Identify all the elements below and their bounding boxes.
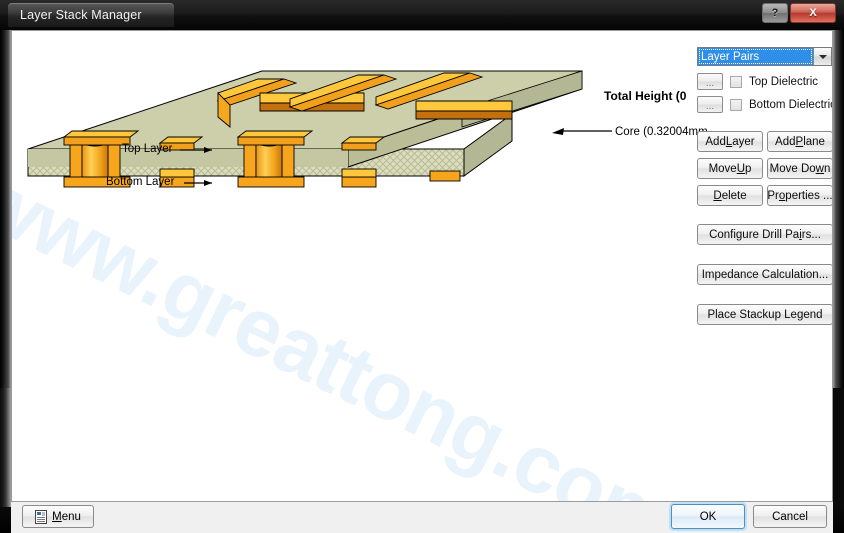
top-dielectric-checkbox[interactable]	[730, 75, 742, 88]
bottom-layer-label: Bottom Layer	[106, 176, 175, 188]
cancel-button-label: Cancel	[772, 510, 808, 523]
label-accel: U	[736, 162, 746, 175]
menu-button-label: Menu	[52, 510, 81, 523]
top-dielectric-label: Top Dielectric	[749, 75, 819, 88]
label-pre: Place Stackup Legend	[707, 308, 823, 321]
top-dielectric-browse-button[interactable]: ...	[697, 73, 723, 90]
menu-button[interactable]: Menu	[22, 505, 94, 528]
top-layer-label: Top Layer	[122, 143, 173, 155]
close-button[interactable]: X	[790, 3, 836, 23]
bottom-dielectric-checkbox[interactable]	[730, 98, 742, 111]
menu-list-icon	[35, 509, 48, 524]
label-post: p	[745, 162, 752, 175]
move-down-button[interactable]: Move Do w n	[767, 158, 832, 179]
label-post: elete	[721, 189, 747, 202]
label-post: lane	[803, 135, 825, 148]
total-height-label: Total Height (0	[604, 89, 687, 103]
label-pre: Move	[708, 162, 737, 175]
label-pre: Move Do	[769, 162, 816, 175]
top-dielectric-row: ... Top Dielectric	[697, 73, 818, 90]
ok-button[interactable]: OK	[671, 504, 745, 529]
label-accel: D	[713, 189, 722, 202]
ok-button-label: OK	[699, 510, 717, 523]
title-bar[interactable]: Layer Stack Manager ? X	[0, 0, 844, 30]
add-layer-button[interactable]: Add Layer	[697, 131, 763, 152]
label-accel: w	[815, 162, 824, 175]
place-stackup-legend-button[interactable]: Place Stackup Legend	[697, 304, 832, 325]
client-area: www.greattong.com Top Layer Bottom Layer…	[11, 30, 833, 502]
dialog-footer: Menu OK Cancel	[11, 502, 833, 533]
question-mark-icon: ?	[771, 7, 779, 19]
label-accel: P	[795, 135, 804, 148]
label-post: n	[823, 162, 831, 175]
chevron-down-icon[interactable]	[813, 48, 831, 65]
window-title: Layer Stack Manager	[20, 8, 142, 22]
controls-panel: Layer Pairs ... Top Dielectric ... Botto…	[684, 31, 833, 501]
add-plane-button[interactable]: Add Plane	[767, 131, 832, 152]
cancel-button[interactable]: Cancel	[753, 505, 827, 528]
stack-mode-selected-value: Layer Pairs	[698, 48, 813, 65]
delete-button[interactable]: Delete	[697, 185, 763, 206]
label-post: perties ...	[785, 189, 833, 202]
close-icon: X	[809, 7, 817, 19]
label-pre: Add	[775, 135, 796, 148]
label-post: rs...	[801, 228, 821, 241]
bottom-dielectric-row: ... Bottom Dielectric	[697, 96, 833, 113]
configure-drill-pairs-button[interactable]: Configure Drill Pa i rs...	[697, 224, 832, 245]
properties-button[interactable]: Pr o perties ...	[767, 185, 833, 206]
label-pre: Add	[705, 135, 726, 148]
pcb-stackup-illustration: Top Layer Bottom Layer Total Height (0 C…	[12, 31, 708, 211]
layer-stack-manager-window: Layer Stack Manager ? X www.greattong.co…	[0, 0, 844, 533]
window-title-tab: Layer Stack Manager	[8, 3, 174, 27]
label-pre: Pr	[767, 189, 779, 202]
bottom-dielectric-browse-button[interactable]: ...	[697, 96, 723, 113]
label-post: ayer	[732, 135, 755, 148]
impedance-calculation-button[interactable]: Impedance Calculation...	[697, 264, 832, 285]
help-button[interactable]: ?	[762, 3, 788, 23]
move-up-button[interactable]: Move Up	[697, 158, 763, 179]
label-pre: Impedance Calculation...	[701, 268, 829, 281]
stack-mode-select[interactable]: Layer Pairs	[697, 47, 832, 66]
label-pre: Configure Drill Pa	[709, 228, 800, 241]
bottom-dielectric-label: Bottom Dielectric	[749, 98, 833, 111]
